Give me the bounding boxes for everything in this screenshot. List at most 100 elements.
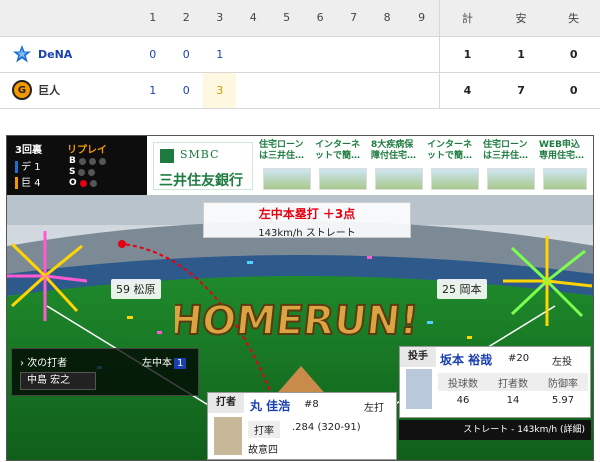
giants-logo-icon: G xyxy=(12,80,32,100)
ad-cell[interactable]: 住宅ローン は三井住… xyxy=(259,140,321,192)
ad-cell[interactable]: インターネ ットで簡… xyxy=(315,140,377,192)
hits-header: 安 xyxy=(494,0,548,37)
smbc-logo-ja: 三井住友銀行 xyxy=(159,173,243,189)
ball-count: B xyxy=(69,156,106,166)
ad-image xyxy=(431,168,479,190)
runs-header: 計 xyxy=(439,0,495,37)
pitch-speed-type: 143km/h ストレート xyxy=(258,228,356,239)
inning-score xyxy=(403,36,440,73)
inning-header: 3 xyxy=(202,0,237,37)
runs-total: 1 xyxy=(439,36,495,73)
team-header-cell xyxy=(0,0,136,37)
ad-image xyxy=(543,168,587,190)
inning-header: 5 xyxy=(269,0,304,37)
last-pitch-link[interactable]: ストレート - 143km/h (詳細) xyxy=(399,420,591,440)
runner-tag-left: 59 松原 xyxy=(111,279,161,299)
inning-score: 1 xyxy=(202,36,237,73)
smbc-logo[interactable]: SMBC 三井住友銀行 xyxy=(153,142,253,190)
pitcher-stats: 投球数 打者数 防御率 46 14 5.97 xyxy=(438,373,588,409)
next-batter-result: 左中本 1 xyxy=(142,354,187,369)
ad-line: WEB申込 xyxy=(539,140,580,150)
team-cell[interactable]: G 巨人 xyxy=(0,72,136,109)
ad-image xyxy=(263,168,311,190)
previous-result: 故意四 xyxy=(248,445,278,456)
ad-cell[interactable]: 8大疾病保 障付住宅… xyxy=(371,140,433,192)
scoreboard-header-row: 1 2 3 4 5 6 7 8 9 計 安 失 xyxy=(0,0,600,37)
team1-score: 1 xyxy=(34,162,41,173)
inning-score: 0 xyxy=(169,72,203,109)
batter-panel: 打者 丸 佳浩 #8 左打 打率 .284 (320-91) 故意四 xyxy=(207,392,397,460)
team2-score: 4 xyxy=(34,178,41,189)
ad-cell[interactable]: WEB申込 専用住宅… xyxy=(539,140,593,192)
batter-hand: 左打 xyxy=(364,403,384,414)
team-name: 巨人 xyxy=(38,84,60,97)
replay-button[interactable]: リプレイ xyxy=(67,141,107,156)
team-cell[interactable]: DeNA xyxy=(0,36,136,73)
inning-score xyxy=(336,36,371,73)
next-batter-label: › 次の打者 xyxy=(20,358,68,369)
inning-score xyxy=(269,36,304,73)
ad-line: インターネ xyxy=(315,140,361,150)
inning-score xyxy=(403,72,440,109)
homerun-text: HOMERUN! xyxy=(175,298,421,344)
inning-score xyxy=(370,36,404,73)
strike-label: S xyxy=(69,167,76,177)
inning-score: 0 xyxy=(169,36,203,73)
play-result: 左中本塁打 ＋3点 xyxy=(258,207,356,221)
ad-cell[interactable]: 住宅ローン は三井住… xyxy=(483,140,545,192)
batter-name[interactable]: 丸 佳浩 xyxy=(250,397,290,414)
pitcher-hand: 左投 xyxy=(552,357,572,368)
stat-value: 14 xyxy=(506,394,520,406)
batter-role: 打者 xyxy=(208,393,244,413)
pitcher-name[interactable]: 坂本 裕哉 xyxy=(440,351,492,368)
next-batter-panel: › 次の打者 左中本 1 中島 宏之 xyxy=(11,348,199,396)
batting-avg-label: 打率 xyxy=(248,421,280,438)
hits-total: 7 xyxy=(494,72,548,109)
inning-score xyxy=(370,72,404,109)
ad-line: は三井住… xyxy=(259,151,305,161)
pitcher-photo xyxy=(406,369,432,409)
ad-cell[interactable]: インターネ ットで簡… xyxy=(427,140,489,192)
pitcher-role: 投手 xyxy=(400,347,436,367)
stat-header: 防御率 xyxy=(538,373,588,391)
inning-header: 4 xyxy=(236,0,270,37)
batter-number: #8 xyxy=(304,399,319,410)
team-row-dena: DeNA 0 0 1 1 1 0 xyxy=(0,36,600,73)
ad-line: ットで簡… xyxy=(427,151,473,161)
stat-value: 5.97 xyxy=(551,394,575,406)
result-count-badge: 1 xyxy=(174,358,187,369)
smbc-logo-en: SMBC xyxy=(180,148,220,161)
team1-abbr: デ xyxy=(21,162,31,173)
ad-line: は三井住… xyxy=(483,151,529,161)
next-batter-name[interactable]: 中島 宏之 xyxy=(20,372,96,390)
inning-score-current: 3 xyxy=(202,72,237,109)
smbc-mark-icon xyxy=(160,149,174,163)
errors-header: 失 xyxy=(547,0,600,37)
ad-image xyxy=(319,168,367,190)
runner-tag-right: 25 岡本 xyxy=(437,279,487,299)
team2-score-line: 巨 4 xyxy=(15,174,41,189)
strike-count: S xyxy=(69,167,96,177)
errors-total: 0 xyxy=(547,72,600,109)
stat-header: 打者数 xyxy=(488,373,538,391)
sponsor-ad[interactable]: SMBC 三井住友銀行 住宅ローン は三井住… インターネ ットで簡… 8大疾病保障… xyxy=(147,136,593,195)
stat-header: 投球数 xyxy=(438,373,488,391)
inning-score xyxy=(303,36,337,73)
inning-score xyxy=(336,72,371,109)
team-row-giants: G 巨人 1 0 3 4 7 0 xyxy=(0,72,600,109)
inning-score: 0 xyxy=(136,36,170,73)
pitcher-panel: 投手 坂本 裕哉 #20 左投 投球数 打者数 防御率 46 14 5.97 xyxy=(399,346,591,418)
team1-score-line: デ 1 xyxy=(15,158,41,173)
inning-score xyxy=(303,72,337,109)
ad-line: 8大疾病保 xyxy=(371,140,414,150)
play-result-banner: 左中本塁打 ＋3点 143km/h ストレート xyxy=(203,202,411,239)
inning-score: 1 xyxy=(136,72,170,109)
inning-header: 2 xyxy=(169,0,203,37)
batting-avg: .284 (320-91) xyxy=(292,422,361,433)
inning-header: 8 xyxy=(370,0,404,37)
stat-value: 46 xyxy=(456,394,470,406)
inning-score xyxy=(269,72,304,109)
ball-label: B xyxy=(69,156,76,166)
errors-total: 0 xyxy=(547,36,600,73)
ad-line: インターネ xyxy=(427,140,473,150)
